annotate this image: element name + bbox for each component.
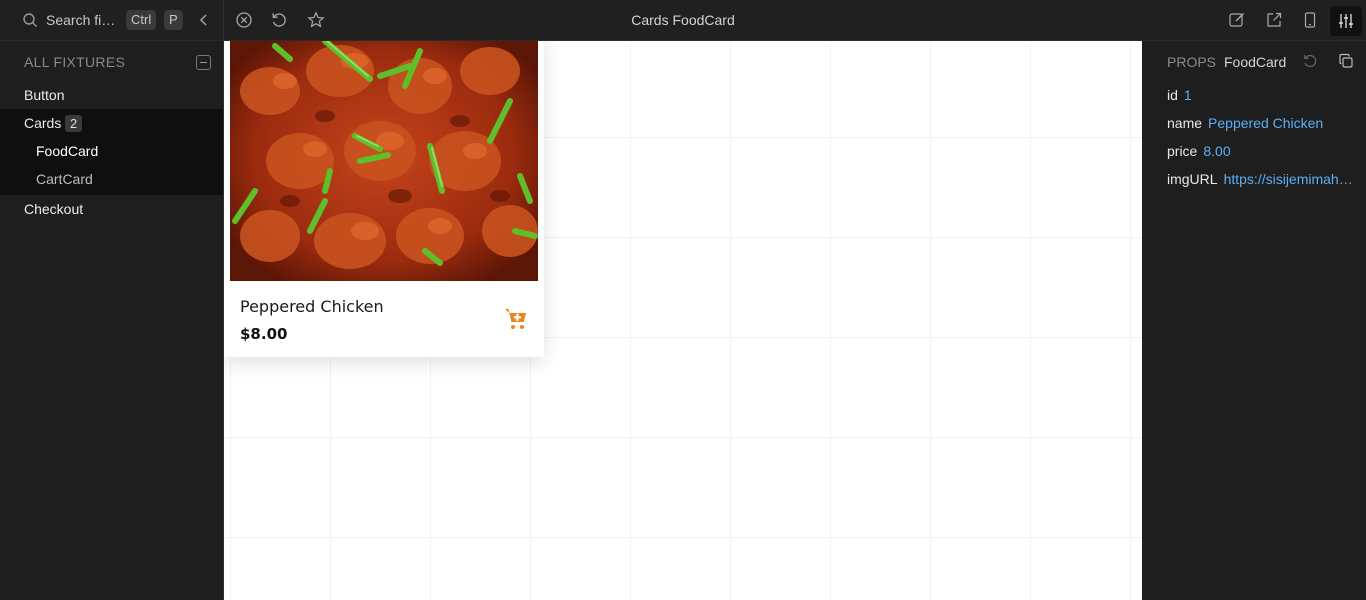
sidebar-item-label: Cards bbox=[24, 115, 62, 131]
prop-row-imgurl: imgURL https://sisijemimah… bbox=[1167, 171, 1353, 191]
sidebar-item-label: CartCard bbox=[36, 171, 93, 187]
prop-key: id bbox=[1167, 87, 1178, 103]
props-heading: PROPS bbox=[1167, 54, 1217, 70]
collapse-all-icon[interactable] bbox=[196, 55, 211, 70]
prop-key: imgURL bbox=[1167, 171, 1218, 187]
fixtures-sidebar: ALL FIXTURES Button Cards 2 FoodCard Car… bbox=[0, 41, 224, 600]
prop-key: price bbox=[1167, 143, 1198, 159]
search-icon bbox=[23, 13, 37, 27]
sidebar-item-checkout[interactable]: Checkout bbox=[0, 195, 223, 223]
top-bar: Search fi… Ctrl P Cards FoodCard bbox=[0, 0, 1366, 41]
search-input[interactable]: Search fi… bbox=[46, 12, 115, 28]
prop-row-name: name Peppered Chicken bbox=[1167, 115, 1323, 135]
food-price: $8.00 bbox=[240, 325, 288, 343]
food-name: Peppered Chicken bbox=[240, 297, 384, 316]
close-fixture-icon[interactable] bbox=[235, 11, 253, 29]
shortcut-p-key: P bbox=[164, 10, 183, 30]
mobile-viewport-icon[interactable] bbox=[1301, 11, 1319, 29]
props-panel: PROPS FoodCard id 1 name Peppered Chicken … bbox=[1142, 41, 1366, 600]
sidebar-item-cards[interactable]: Cards 2 bbox=[0, 109, 223, 137]
prop-value-id[interactable]: 1 bbox=[1184, 87, 1192, 103]
sidebar-item-cartcard[interactable]: CartCard bbox=[0, 165, 223, 193]
sliders-icon bbox=[1339, 14, 1353, 28]
food-image bbox=[230, 41, 538, 281]
star-icon[interactable] bbox=[307, 11, 325, 29]
sidebar-item-label: Checkout bbox=[24, 201, 84, 217]
all-fixtures-heading: ALL FIXTURES bbox=[24, 54, 126, 70]
preview-canvas: Peppered Chicken $8.00 bbox=[224, 41, 1142, 600]
prop-row-price: price 8.00 bbox=[1167, 143, 1231, 163]
fixture-count-badge: 2 bbox=[65, 115, 83, 132]
fixture-search[interactable]: Search fi… Ctrl P bbox=[0, 0, 224, 41]
sidebar-item-label: FoodCard bbox=[36, 143, 99, 159]
app-window: Search fi… Ctrl P Cards FoodCard ALL FIX… bbox=[0, 0, 1366, 600]
prop-key: name bbox=[1167, 115, 1203, 131]
refresh-icon[interactable] bbox=[270, 11, 288, 29]
prop-value-imgurl[interactable]: https://sisijemimah… bbox=[1224, 171, 1353, 187]
sidebar-item-foodcard[interactable]: FoodCard bbox=[0, 137, 223, 165]
sidebar-item-button[interactable]: Button bbox=[0, 81, 223, 109]
chevron-left-icon[interactable] bbox=[196, 12, 212, 28]
shortcut-ctrl-key: Ctrl bbox=[126, 10, 157, 30]
sidebar-item-label: Button bbox=[24, 87, 65, 103]
props-component-name: FoodCard bbox=[1224, 54, 1287, 70]
prop-value-name[interactable]: Peppered Chicken bbox=[1208, 115, 1323, 131]
reset-icon[interactable] bbox=[1302, 53, 1318, 69]
edit-icon[interactable] bbox=[1228, 11, 1246, 29]
prop-row-id: id 1 bbox=[1167, 87, 1192, 107]
external-link-icon[interactable] bbox=[1265, 11, 1283, 29]
prop-value-price[interactable]: 8.00 bbox=[1203, 143, 1230, 159]
food-card: Peppered Chicken $8.00 bbox=[224, 41, 544, 357]
control-panel-toggle-button[interactable] bbox=[1330, 6, 1362, 36]
add-to-cart-icon[interactable] bbox=[504, 307, 528, 331]
copy-icon[interactable] bbox=[1338, 53, 1354, 69]
